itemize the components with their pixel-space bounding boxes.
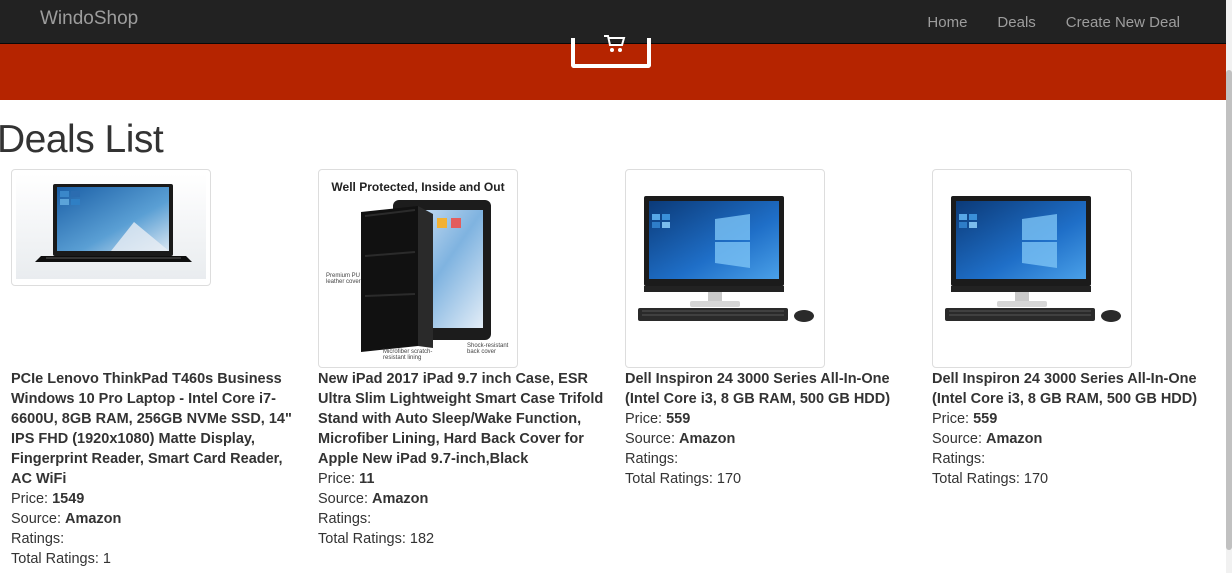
- deal-info: Dell Inspiron 24 3000 Series All-In-One …: [625, 369, 915, 489]
- deal-title[interactable]: New iPad 2017 iPad 9.7 inch Case, ESR Ul…: [318, 369, 608, 469]
- image-label: Shock-resistant back cover: [467, 343, 509, 355]
- deal-ratings: Ratings:: [625, 451, 679, 467]
- deal-ratings: Ratings:: [318, 511, 372, 527]
- deal-card[interactable]: Dell Inspiron 24 3000 Series All-In-One …: [932, 169, 1222, 487]
- laptop-image[interactable]: [11, 169, 211, 286]
- desktop-image[interactable]: [932, 169, 1132, 368]
- deal-price: Price: 559: [932, 411, 998, 427]
- deal-card[interactable]: PCIe Lenovo ThinkPad T460s Business Wind…: [11, 169, 301, 567]
- scrollbar-thumb[interactable]: [1226, 70, 1232, 550]
- deal-info: New iPad 2017 iPad 9.7 inch Case, ESR Ul…: [318, 369, 608, 549]
- deal-source: Source: Amazon: [625, 431, 736, 447]
- deal-price: Price: 559: [625, 411, 691, 427]
- deal-info: Dell Inspiron 24 3000 Series All-In-One …: [932, 369, 1222, 489]
- deal-source: Source: Amazon: [318, 491, 429, 507]
- ipad-case-image[interactable]: Well Protected, Inside and Out Premium P…: [318, 169, 518, 368]
- desktop-illustration: [638, 196, 814, 322]
- deal-ratings: Ratings:: [11, 531, 65, 547]
- hero-banner: [0, 35, 1226, 100]
- desktop-image[interactable]: [625, 169, 825, 368]
- laptop-illustration: [16, 174, 206, 279]
- image-label: Microfiber scratch-resistant lining: [383, 349, 433, 361]
- deal-price: Price: 1549: [11, 491, 85, 507]
- nav-links: Home Deals Create New Deal: [897, 0, 1180, 44]
- deal-card[interactable]: Well Protected, Inside and Out Premium P…: [318, 169, 608, 547]
- deal-title[interactable]: Dell Inspiron 24 3000 Series All-In-One …: [625, 369, 915, 409]
- image-caption: Well Protected, Inside and Out: [331, 180, 505, 194]
- page-scrollbar[interactable]: [1226, 0, 1232, 573]
- nav-create-deal-link[interactable]: Create New Deal: [1066, 14, 1180, 31]
- nav-deals-link[interactable]: Deals: [997, 14, 1035, 31]
- deal-ratings: Ratings:: [932, 451, 986, 467]
- nav-home-link[interactable]: Home: [927, 14, 967, 31]
- brand-link[interactable]: WindoShop: [40, 8, 138, 30]
- desktop-illustration: [945, 196, 1121, 322]
- shopping-cart-icon: [604, 35, 626, 52]
- page-title: Deals List: [0, 118, 164, 161]
- image-label: Premium PU leather cover: [326, 273, 361, 285]
- deal-price: Price: 11: [318, 471, 375, 487]
- deal-total-ratings: Total Ratings: 170: [625, 471, 742, 487]
- deal-card[interactable]: Dell Inspiron 24 3000 Series All-In-One …: [625, 169, 915, 487]
- deal-info: PCIe Lenovo ThinkPad T460s Business Wind…: [11, 369, 301, 569]
- deal-source: Source: Amazon: [11, 511, 122, 527]
- deal-title[interactable]: Dell Inspiron 24 3000 Series All-In-One …: [932, 369, 1222, 409]
- deal-total-ratings: Total Ratings: 182: [318, 531, 435, 547]
- cart-logo-frame: [571, 35, 651, 68]
- deal-source: Source: Amazon: [932, 431, 1043, 447]
- deal-total-ratings: Total Ratings: 1: [11, 551, 111, 567]
- deal-total-ratings: Total Ratings: 170: [932, 471, 1049, 487]
- deal-title[interactable]: PCIe Lenovo ThinkPad T460s Business Wind…: [11, 369, 301, 489]
